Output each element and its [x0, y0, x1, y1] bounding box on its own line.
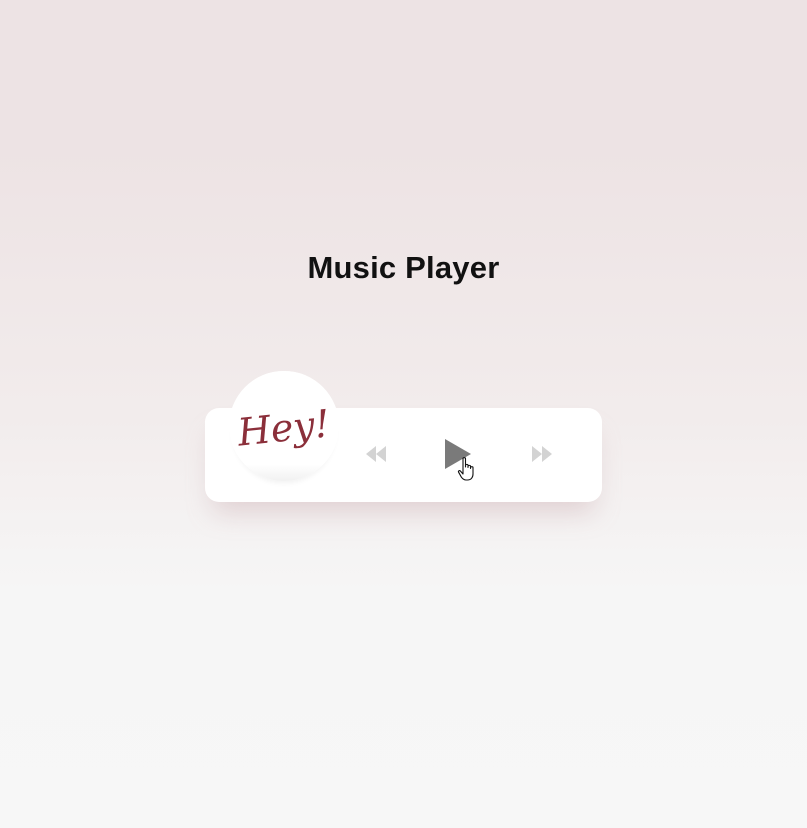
play-icon [445, 439, 471, 469]
previous-button[interactable] [365, 445, 388, 463]
playback-controls [205, 408, 602, 502]
fast-forward-icon [532, 446, 552, 462]
play-button[interactable] [444, 438, 474, 470]
rewind-icon [366, 446, 386, 462]
music-player-card: Hey! [205, 371, 602, 502]
page-title: Music Player [307, 250, 500, 285]
next-button[interactable] [530, 445, 553, 463]
